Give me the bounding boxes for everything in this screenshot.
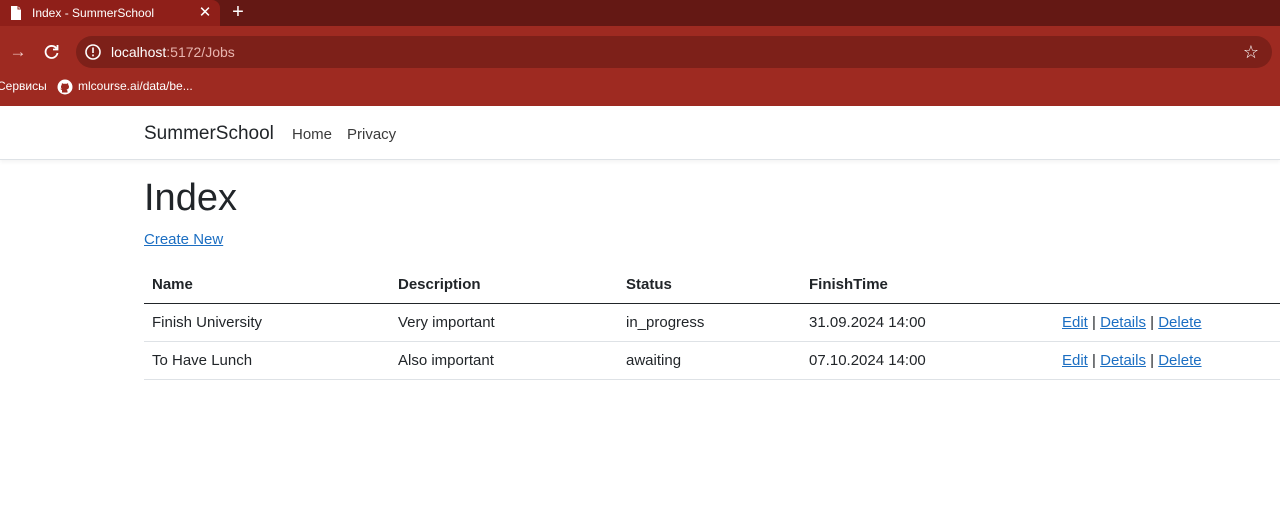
url-path: :5172/Jobs xyxy=(166,44,235,60)
url-host: localhost xyxy=(111,44,167,60)
create-new-link[interactable]: Create New xyxy=(144,231,223,248)
browser-tab-active[interactable]: Index - SummerSchool ✕ xyxy=(0,0,220,26)
nav-link-privacy[interactable]: Privacy xyxy=(347,126,396,143)
page-icon xyxy=(11,6,21,20)
separator: | xyxy=(1150,351,1155,369)
header-status: Status xyxy=(618,266,801,304)
separator: | xyxy=(1092,351,1096,369)
table-row: To Have Lunch Also important awaiting 07… xyxy=(144,341,1280,380)
page-title: Index xyxy=(144,177,237,219)
header-actions xyxy=(1054,266,1280,304)
header-name: Name xyxy=(144,266,390,304)
edit-link[interactable]: Edit xyxy=(1062,352,1088,369)
bookmark-star-icon[interactable]: ☆ xyxy=(1240,41,1262,63)
close-tab-icon[interactable]: ✕ xyxy=(196,4,214,22)
site-navbar: SummerSchool Home Privacy xyxy=(0,106,1280,160)
delete-link[interactable]: Delete xyxy=(1158,352,1201,369)
reload-icon[interactable] xyxy=(42,42,62,62)
edit-link[interactable]: Edit xyxy=(1062,314,1088,331)
navbar-brand[interactable]: SummerSchool xyxy=(144,123,274,145)
cell-actions: Edit | Details | Delete xyxy=(1054,341,1280,380)
table-row: Finish University Very important in_prog… xyxy=(144,303,1280,342)
browser-tab-strip: Index - SummerSchool ✕ + xyxy=(0,0,1280,26)
delete-link[interactable]: Delete xyxy=(1158,314,1201,331)
cell-finish-time: 31.09.2024 14:00 xyxy=(801,303,1054,342)
forward-arrow-icon[interactable]: → xyxy=(8,42,28,62)
header-finish-time: FinishTime xyxy=(801,266,1054,304)
cell-status: in_progress xyxy=(618,303,801,342)
bookmark-mlcourse[interactable]: mlcourse.ai/data/be... xyxy=(78,79,193,93)
browser-toolbar: → localhost:5172/Jobs ☆ Сервисы mlcourse… xyxy=(0,26,1280,106)
tab-title: Index - SummerSchool xyxy=(32,6,155,20)
details-link[interactable]: Details xyxy=(1100,352,1146,369)
github-icon xyxy=(57,79,73,95)
info-icon[interactable] xyxy=(84,43,102,61)
separator: | xyxy=(1150,313,1155,331)
table-header-row: Name Description Status FinishTime xyxy=(144,266,1280,304)
separator: | xyxy=(1092,313,1096,331)
plus-icon[interactable]: + xyxy=(228,1,248,23)
cell-name: To Have Lunch xyxy=(144,341,390,380)
bookmark-services[interactable]: Сервисы xyxy=(0,79,47,93)
cell-status: awaiting xyxy=(618,341,801,380)
address-bar[interactable]: localhost:5172/Jobs ☆ xyxy=(76,36,1272,68)
cell-actions: Edit | Details | Delete xyxy=(1054,303,1280,342)
nav-link-home[interactable]: Home xyxy=(292,126,332,143)
details-link[interactable]: Details xyxy=(1100,314,1146,331)
cell-description: Very important xyxy=(390,303,618,342)
url-text: localhost:5172/Jobs xyxy=(111,44,235,60)
cell-description: Also important xyxy=(390,341,618,380)
header-description: Description xyxy=(390,266,618,304)
cell-name: Finish University xyxy=(144,303,390,342)
cell-finish-time: 07.10.2024 14:00 xyxy=(801,341,1054,380)
jobs-table: Name Description Status FinishTime Finis… xyxy=(144,266,1280,380)
